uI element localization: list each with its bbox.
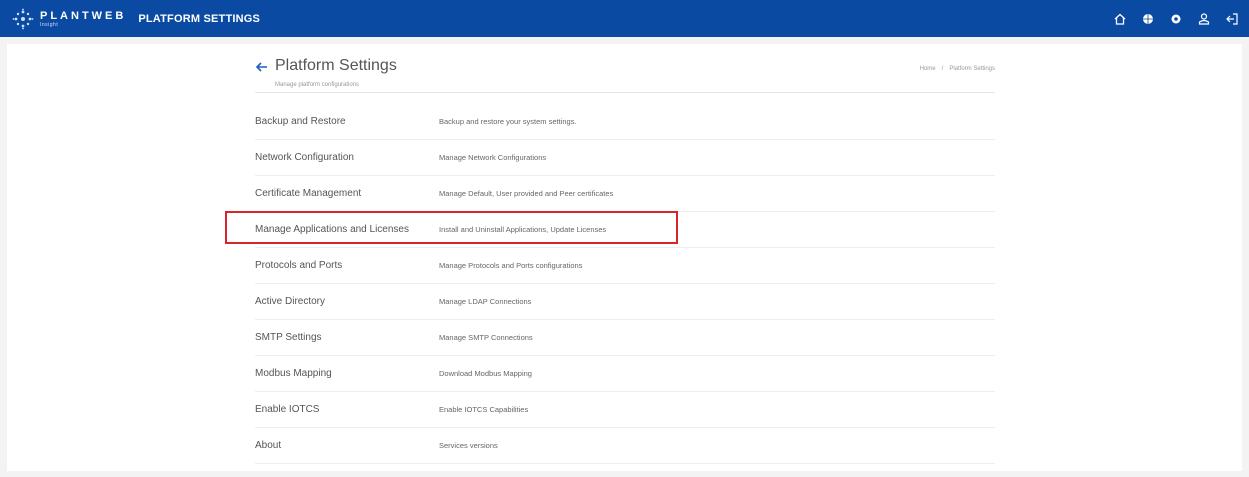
breadcrumb-platform-settings: Platform Settings: [949, 66, 995, 72]
settings-row-name: SMTP Settings: [255, 332, 322, 343]
settings-row-name: Network Configuration: [255, 152, 354, 163]
home-icon[interactable]: [1113, 12, 1127, 26]
logout-icon[interactable]: [1225, 12, 1239, 26]
settings-row-description: Manage SMTP Connections: [439, 333, 533, 342]
settings-row-name: Protocols and Ports: [255, 260, 343, 271]
plantweb-logo-icon: [12, 8, 34, 29]
page-subtitle: Manage platform configurations: [275, 82, 360, 88]
settings-row-manage-applications-licenses[interactable]: Manage Applications and Licenses Install…: [255, 212, 995, 248]
settings-row-backup-restore[interactable]: Backup and Restore Backup and restore yo…: [255, 104, 995, 140]
settings-row-description: Install and Uninstall Applications, Upda…: [439, 225, 607, 234]
page-header: Platform Settings Manage platform config…: [255, 56, 995, 93]
settings-row-description: Manage LDAP Connections: [439, 297, 532, 306]
settings-row-description: Enable IOTCS Capabilities: [439, 405, 529, 414]
settings-row-smtp-settings[interactable]: SMTP Settings Manage SMTP Connections: [255, 320, 995, 356]
settings-row-description: Backup and restore your system settings.: [439, 117, 577, 126]
top-bar: PLANTWEB Insight PLATFORM SETTINGS: [0, 0, 1249, 37]
settings-list: Backup and Restore Backup and restore yo…: [255, 104, 995, 464]
globe-icon[interactable]: [1141, 12, 1155, 26]
settings-row-description: Manage Default, User provided and Peer c…: [439, 189, 614, 198]
breadcrumb: Home / Platform Settings: [920, 66, 995, 72]
user-icon[interactable]: [1197, 12, 1211, 26]
settings-row-description: Manage Network Configurations: [439, 153, 547, 162]
page-title: Platform Settings: [275, 57, 397, 74]
settings-icon[interactable]: [1169, 12, 1183, 26]
settings-row-certificate-management[interactable]: Certificate Management Manage Default, U…: [255, 176, 995, 212]
brand-subtitle: Insight: [40, 21, 59, 28]
settings-row-name: Certificate Management: [255, 188, 362, 199]
settings-row-name: Active Directory: [255, 296, 326, 307]
settings-row-active-directory[interactable]: Active Directory Manage LDAP Connections: [255, 284, 995, 320]
main-content: Platform Settings Manage platform config…: [7, 44, 1242, 471]
settings-row-protocols-ports[interactable]: Protocols and Ports Manage Protocols and…: [255, 248, 995, 284]
settings-row-about[interactable]: About Services versions: [255, 428, 995, 464]
settings-row-description: Download Modbus Mapping: [439, 369, 532, 378]
settings-row-name: Enable IOTCS: [255, 404, 320, 415]
plantweb-logo[interactable]: PLANTWEB Insight: [12, 8, 126, 30]
settings-row-enable-iotcs[interactable]: Enable IOTCS Enable IOTCS Capabilities: [255, 392, 995, 428]
back-arrow-icon[interactable]: [255, 60, 269, 74]
brand-name: PLANTWEB: [40, 9, 127, 22]
settings-row-name: About: [255, 440, 282, 451]
settings-row-description: Services versions: [439, 441, 498, 450]
settings-row-name: Modbus Mapping: [255, 368, 332, 379]
settings-row-network-configuration[interactable]: Network Configuration Manage Network Con…: [255, 140, 995, 176]
settings-row-description: Manage Protocols and Ports configuration…: [439, 261, 583, 270]
breadcrumb-home[interactable]: Home: [920, 66, 936, 72]
settings-row-name: Manage Applications and Licenses: [255, 224, 409, 235]
app-title: PLATFORM SETTINGS: [138, 12, 261, 25]
top-icons: [1113, 0, 1239, 37]
breadcrumb-separator: /: [941, 66, 944, 72]
settings-row-modbus-mapping[interactable]: Modbus Mapping Download Modbus Mapping: [255, 356, 995, 392]
settings-row-name: Backup and Restore: [255, 116, 346, 127]
